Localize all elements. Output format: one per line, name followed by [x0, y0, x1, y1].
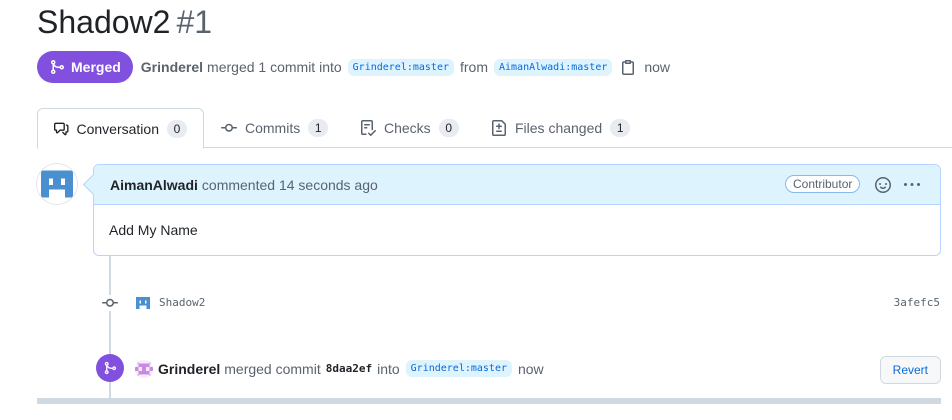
tab-conversation[interactable]: Conversation 0 — [37, 108, 204, 149]
tab-checks-count: 0 — [438, 119, 459, 137]
pr-meta: Grinderel merged 1 commit into Grinderel… — [141, 58, 671, 76]
tab-commits-label: Commits — [245, 120, 301, 136]
identicon-avatar-icon — [134, 294, 152, 312]
identicon-avatar-icon — [135, 360, 153, 378]
merge-event-badge — [96, 354, 124, 382]
commenter-link[interactable]: AimanAlwadi — [110, 177, 198, 193]
timeline-divider — [37, 398, 941, 404]
timeline-commit-item: Shadow2 3afefc5 — [100, 293, 940, 313]
pr-title: Shadow2 #1 — [37, 4, 212, 41]
tab-conversation-count: 0 — [167, 119, 187, 138]
pr-title-text: Shadow2 — [37, 4, 171, 40]
merge-target-branch-link[interactable]: Grinderel:master — [405, 360, 512, 377]
merged-state-badge: Merged — [37, 51, 133, 83]
commit-sha-link[interactable]: 3afefc5 — [894, 296, 940, 309]
merge-event-time[interactable]: now — [518, 361, 544, 377]
tab-checks-label: Checks — [384, 120, 431, 136]
commenter-avatar[interactable] — [37, 164, 77, 204]
commit-message-link[interactable]: Shadow2 — [159, 296, 205, 309]
comment-header: AimanAlwadi commented 14 seconds ago Con… — [94, 165, 940, 205]
merge-into-text: into — [377, 360, 400, 377]
tab-files-changed[interactable]: Files changed 1 — [475, 108, 646, 148]
tab-files-changed-label: Files changed — [515, 120, 603, 136]
comment-discussion-icon — [54, 122, 69, 135]
merger-link[interactable]: Grinderel — [158, 361, 220, 377]
merge-event-text: Grinderel merged commit 8daa2ef into Gri… — [158, 360, 544, 377]
pr-merged-text: merged 1 commit into — [207, 59, 342, 75]
head-branch-link[interactable]: AimanAlwadi:master — [493, 58, 613, 76]
merge-icon — [104, 361, 117, 375]
pr-number: #1 — [176, 4, 213, 40]
merger-avatar[interactable] — [135, 360, 153, 378]
tab-checks[interactable]: Checks 0 — [344, 108, 475, 148]
merged-label: Merged — [71, 59, 121, 75]
kebab-horizontal-icon[interactable] — [904, 177, 920, 193]
tab-conversation-label: Conversation — [76, 120, 160, 137]
pr-tabs: Conversation 0 Commits 1 Checks 0 Files … — [37, 108, 952, 149]
pr-from-text: from — [459, 59, 488, 75]
comment-box: AimanAlwadi commented 14 seconds ago Con… — [93, 164, 941, 256]
comment-body: Add My Name — [109, 222, 198, 238]
timeline-merge-event: Grinderel merged commit 8daa2ef into Gri… — [96, 354, 941, 384]
tab-files-changed-count: 1 — [610, 119, 631, 137]
merge-icon — [51, 60, 65, 74]
checklist-icon — [361, 120, 376, 136]
comment-action[interactable]: commented 14 seconds ago — [202, 177, 378, 193]
commit-icon — [221, 123, 237, 132]
merge-commit-sha-link[interactable]: 8daa2ef — [326, 362, 372, 375]
pr-time: now — [644, 59, 671, 75]
merge-event-action: merged commit — [224, 360, 321, 377]
tab-commits-count: 1 — [308, 119, 329, 137]
commit-author-avatar[interactable] — [134, 294, 152, 312]
revert-button[interactable]: Revert — [879, 356, 941, 384]
copy-icon[interactable] — [620, 59, 636, 75]
file-diff-icon — [492, 120, 506, 136]
tab-commits[interactable]: Commits 1 — [205, 108, 344, 148]
base-branch-link[interactable]: Grinderel:master — [347, 58, 454, 76]
pr-author-link[interactable]: Grinderel — [141, 59, 203, 75]
smiley-icon[interactable] — [875, 177, 891, 193]
commit-icon — [100, 295, 120, 311]
identicon-avatar-icon — [37, 164, 77, 204]
contributor-badge: Contributor — [785, 175, 861, 193]
pr-state-row: Merged Grinderel merged 1 commit into Gr… — [37, 51, 670, 83]
